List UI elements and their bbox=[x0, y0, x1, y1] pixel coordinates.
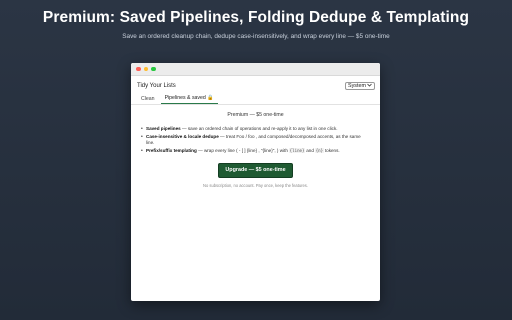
app-window: Tidy Your Lists System Clean Pipelines &… bbox=[131, 63, 380, 301]
tab-pipelines-saved[interactable]: Pipelines & saved 🔒 bbox=[160, 95, 218, 104]
app-title: Tidy Your Lists bbox=[137, 82, 176, 89]
feature-description: — save an ordered chain of operations an… bbox=[180, 126, 338, 131]
app-header: Tidy Your Lists System bbox=[131, 76, 380, 91]
buy-button[interactable]: Upgrade — $5 one-time bbox=[218, 163, 293, 179]
close-window-button[interactable] bbox=[136, 66, 141, 72]
chevron-down-icon bbox=[367, 83, 372, 89]
tab-clean[interactable]: Clean bbox=[137, 96, 159, 105]
theme-select[interactable]: System bbox=[345, 81, 375, 90]
tab-bar: Clean Pipelines & saved 🔒 bbox=[131, 94, 380, 105]
feature-description: tokens. bbox=[323, 147, 340, 153]
n-token: {n} bbox=[315, 147, 324, 153]
hero-title: Premium: Saved Pipelines, Folding Dedupe… bbox=[42, 9, 470, 26]
feature-description: — wrap every line ( - [ ] {line} , "{lin… bbox=[196, 147, 290, 153]
minimize-window-button[interactable] bbox=[143, 66, 148, 72]
premium-heading: Premium — $5 one-time bbox=[227, 112, 284, 118]
feature-name: Prefix/suffix templating bbox=[146, 147, 197, 153]
hero-subtitle: Save an ordered cleanup chain, dedupe ca… bbox=[122, 33, 390, 40]
footnote: No subscription, no account. Pay once, k… bbox=[203, 183, 308, 189]
feature-list: Saved pipelines — save an ordered chain … bbox=[141, 126, 370, 155]
window-titlebar bbox=[131, 63, 380, 76]
feature-name: Case-insensitive & locale dedupe bbox=[146, 133, 219, 139]
maximize-window-button[interactable] bbox=[151, 66, 156, 72]
buy-wrap: Upgrade — $5 one-time bbox=[131, 158, 380, 179]
line-token: {line} bbox=[289, 147, 305, 153]
feature-item: Prefix/suffix templating — wrap every li… bbox=[141, 147, 370, 155]
theme-select-value: System bbox=[348, 82, 366, 89]
feature-item: Saved pipelines — save an ordered chain … bbox=[141, 126, 370, 133]
feature-item: Case-insensitive & locale dedupe — treat… bbox=[141, 133, 370, 147]
feature-name: Saved pipelines bbox=[146, 126, 181, 131]
feature-description: and bbox=[304, 147, 316, 153]
